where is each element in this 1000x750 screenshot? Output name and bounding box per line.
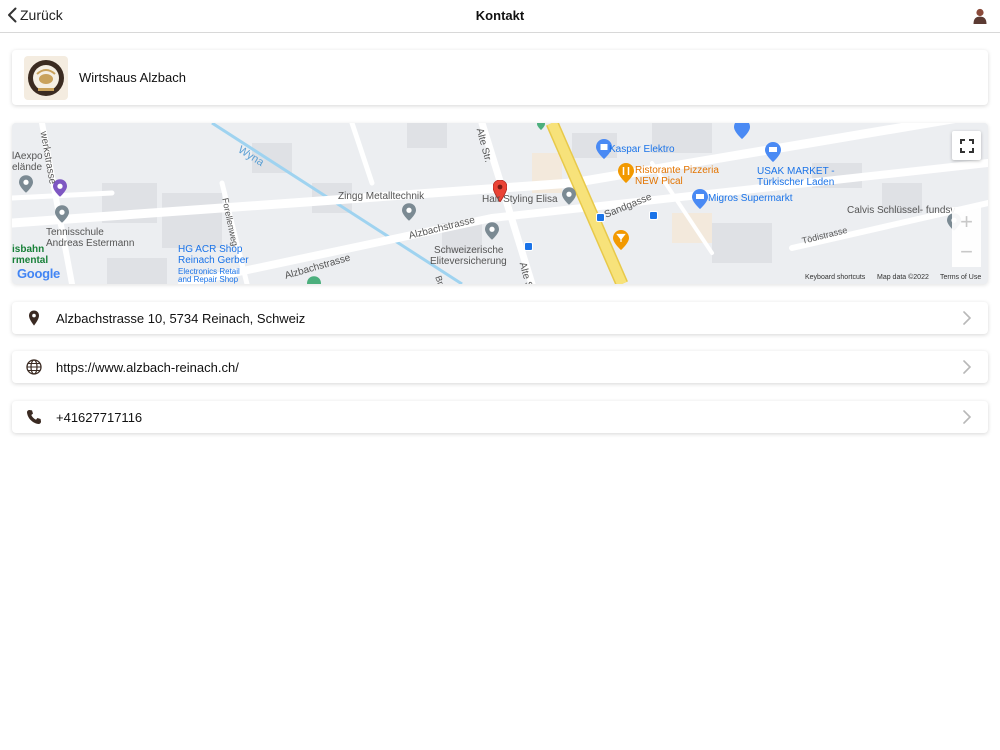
business-header-card: Wirtshaus Alzbach <box>12 50 988 105</box>
location-pin-icon[interactable] <box>562 187 576 205</box>
map-label-hair[interactable]: Hair Styling Elisa <box>482 194 558 205</box>
business-logo <box>24 56 68 100</box>
map-label-pizzeria[interactable]: Ristorante Pizzeria <box>635 165 719 176</box>
navigation-bar: Zurück Kontakt <box>0 0 1000 33</box>
website-link: https://www.alzbach-reinach.ch/ <box>56 360 239 375</box>
chevron-right-icon <box>963 360 971 374</box>
shopping-pin-icon[interactable] <box>734 123 750 139</box>
zoom-out-button[interactable]: − <box>952 237 981 267</box>
phone-row[interactable]: +41627717116 <box>12 401 988 433</box>
fullscreen-button[interactable] <box>952 131 981 160</box>
business-name: Wirtshaus Alzbach <box>79 70 186 85</box>
location-pin-icon[interactable] <box>307 276 321 284</box>
phone-number: +41627717116 <box>56 410 143 425</box>
chevron-right-icon <box>963 311 971 325</box>
map-label-schweiz-2[interactable]: Eliteversicherung <box>430 256 507 267</box>
user-icon[interactable] <box>973 8 987 24</box>
bus-stop-icon[interactable] <box>649 211 658 220</box>
map-label-expo-2: elände <box>12 162 43 173</box>
bus-stop-icon[interactable] <box>524 242 533 251</box>
globe-icon <box>26 359 42 375</box>
website-row[interactable]: https://www.alzbach-reinach.ch/ <box>12 351 988 383</box>
restaurant-pin-icon[interactable] <box>618 163 634 183</box>
address-text: Alzbachstrasse 10, 5734 Reinach, Schweiz <box>56 311 306 326</box>
location-pin-icon <box>29 310 39 326</box>
location-pin-icon[interactable] <box>19 175 33 193</box>
keyboard-shortcuts-link[interactable]: Keyboard shortcuts <box>805 274 865 281</box>
chevron-right-icon <box>963 410 971 424</box>
map-label-bahn-2: rmental <box>12 255 49 266</box>
map-label-expo-1: lAexpo <box>12 151 43 162</box>
terms-of-use-link[interactable]: Terms of Use <box>940 274 981 281</box>
shopping-cart-pin-icon[interactable] <box>692 189 708 209</box>
shopping-cart-pin-icon[interactable] <box>765 142 781 162</box>
location-pin-icon[interactable] <box>485 222 499 240</box>
google-logo: Google <box>17 266 60 281</box>
address-row[interactable]: Alzbachstrasse 10, 5734 Reinach, Schweiz <box>12 302 988 334</box>
location-pin-icon[interactable] <box>402 203 416 221</box>
location-pin-icon <box>537 123 545 130</box>
map-label-bahn-1: isbahn <box>12 244 45 255</box>
map-label-calvis[interactable]: Calvis Schlüssel- fundsv <box>847 205 955 216</box>
page-title: Kontakt <box>475 8 525 23</box>
fullscreen-icon <box>959 138 974 153</box>
map-label-pizzeria-2[interactable]: NEW Pical <box>635 176 683 187</box>
location-map[interactable]: Kaspar Elektro Ristorante Pizzeria NEW P… <box>12 123 988 284</box>
map-label-zingg[interactable]: Zingg Metalltechnik <box>338 191 424 202</box>
phone-icon <box>27 410 41 424</box>
map-label-tennis-1[interactable]: Tennisschule <box>46 227 104 238</box>
bar-pin-icon[interactable] <box>613 230 629 250</box>
map-label-hgacr-2[interactable]: Reinach Gerber <box>178 255 249 266</box>
map-label-schweiz-1[interactable]: Schweizerische <box>434 245 503 256</box>
map-label-usak[interactable]: USAK MARKET - <box>757 166 835 177</box>
map-label-tennis-2[interactable]: Andreas Estermann <box>46 238 134 249</box>
zoom-in-button[interactable]: + <box>952 207 981 237</box>
location-pin-icon[interactable] <box>55 205 69 223</box>
map-label-usak-2[interactable]: Türkischer Laden <box>757 177 834 188</box>
map-label-migros[interactable]: Migros Supermarkt <box>708 193 792 204</box>
map-data-attribution: Map data ©2022 <box>877 274 929 281</box>
map-label-kaspar[interactable]: Kaspar Elektro <box>609 144 675 155</box>
map-label-hgacr-4: and Repair Shop <box>178 275 239 284</box>
